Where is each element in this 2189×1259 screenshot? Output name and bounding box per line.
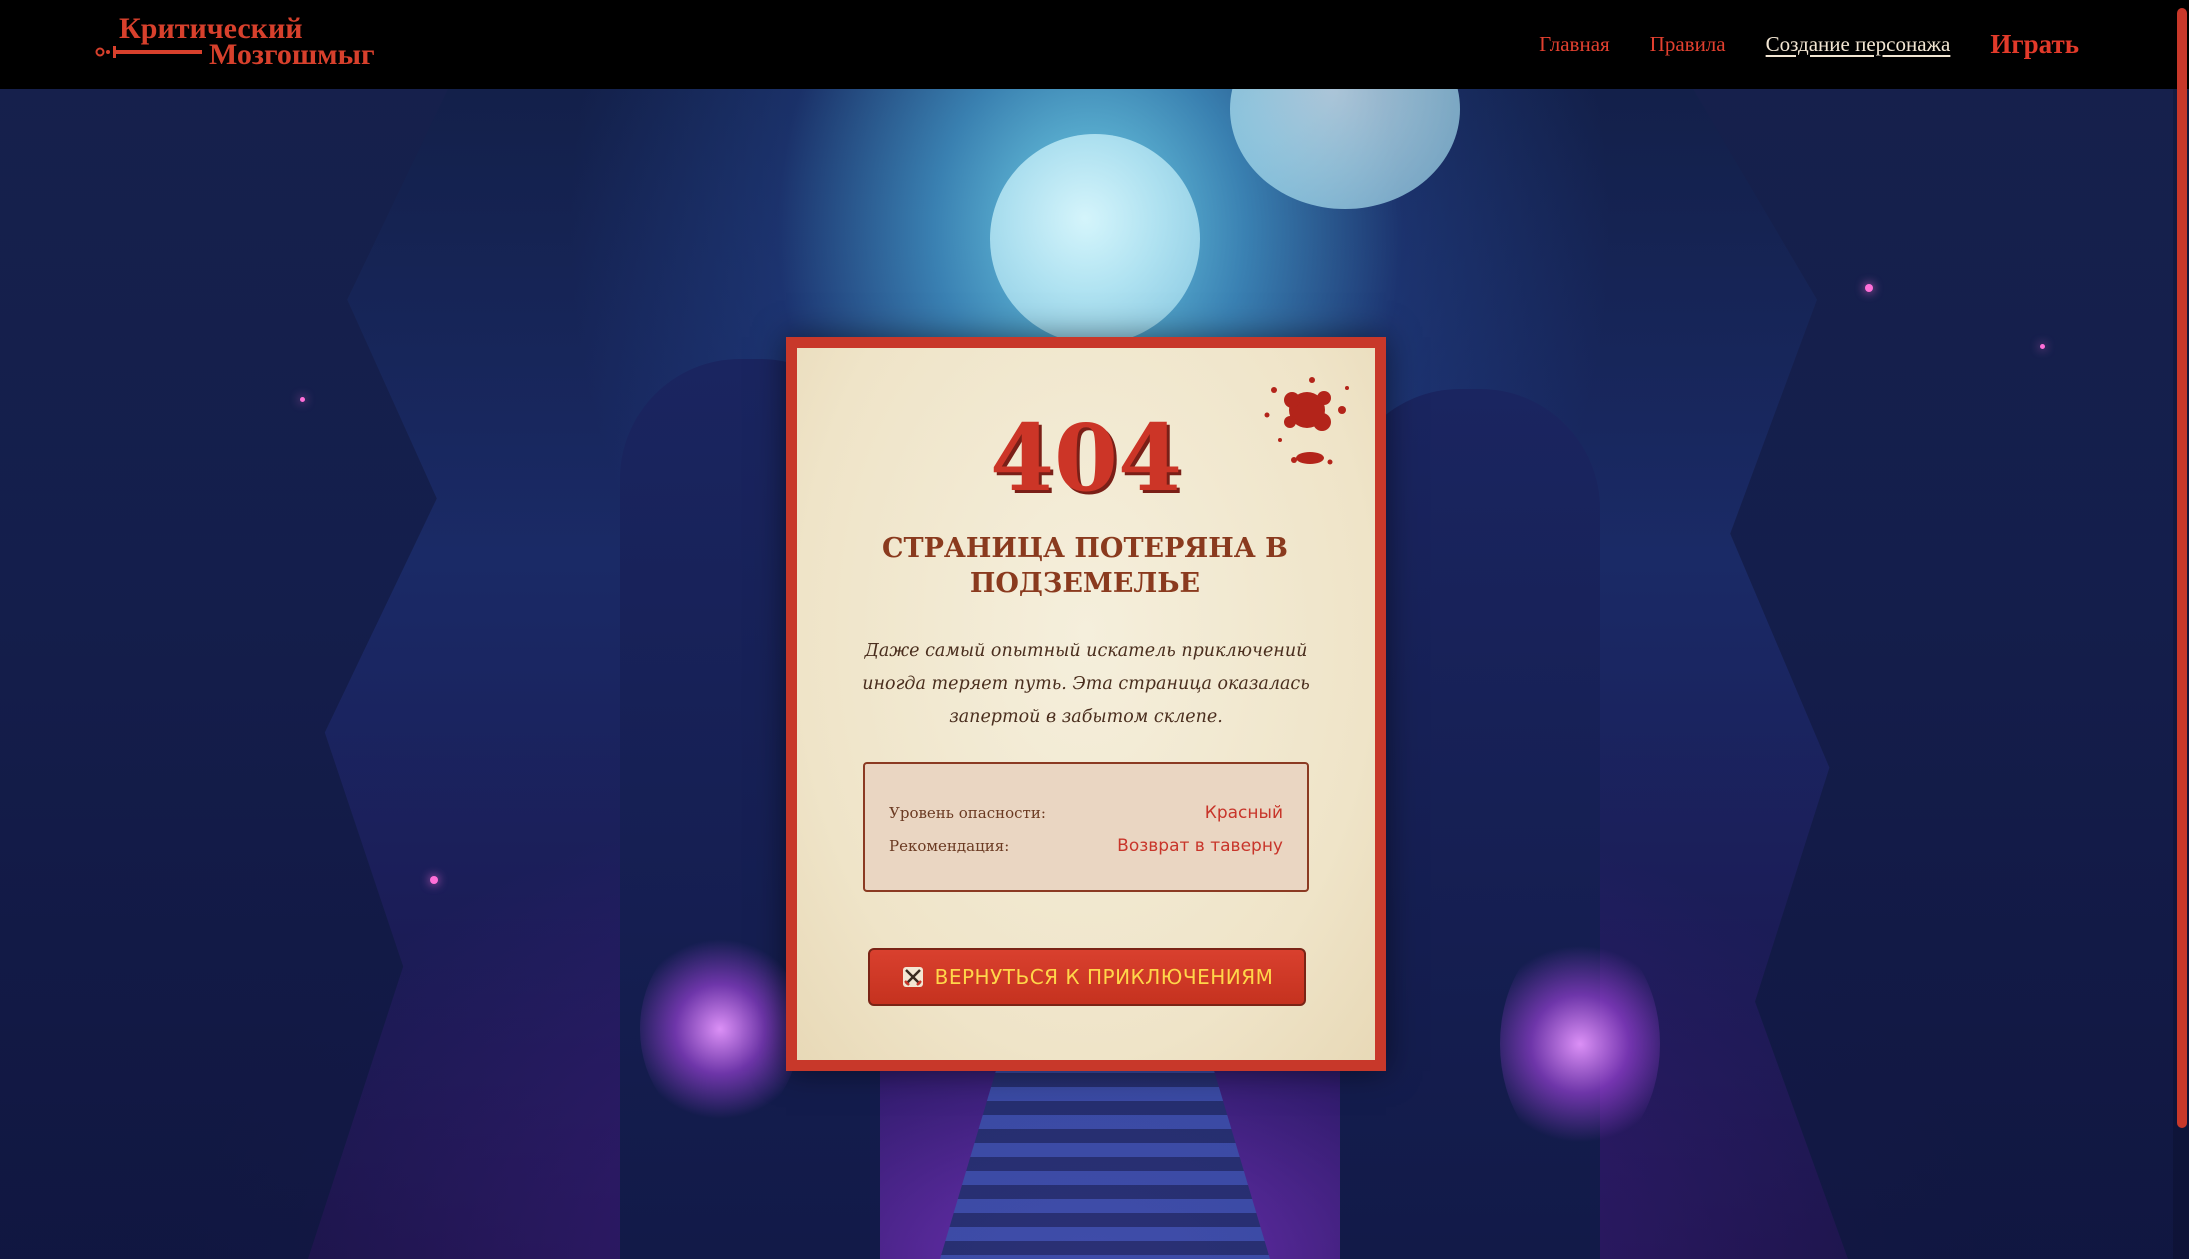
error-title: СТРАНИЦА ПОТЕРЯНА В ПОДЗЕМЕЛЬЕ	[882, 533, 1288, 599]
error-card-body: 404 СТРАНИЦА ПОТЕРЯНА В ПОДЗЕМЕЛЬЕ Даже …	[797, 348, 1375, 1060]
info-label: Уровень опасности:	[889, 803, 1046, 822]
info-value: Красный	[1204, 802, 1283, 823]
return-button-label: ВЕРНУТЬСЯ К ПРИКЛЮЧЕНИЯМ	[934, 965, 1274, 989]
nav-link-character-creation[interactable]: Создание персонажа	[1766, 32, 1951, 57]
cave-wall-left	[0, 89, 448, 1259]
cave-wall-right	[1693, 89, 2189, 1259]
site-logo[interactable]: Критический Мозгошмыг	[95, 14, 395, 72]
return-to-adventures-button[interactable]: ВЕРНУТЬСЯ К ПРИКЛЮЧЕНИЯМ	[868, 948, 1306, 1006]
nav-link-rules[interactable]: Правила	[1650, 32, 1726, 57]
crossed-swords-icon	[902, 967, 923, 987]
info-value: Возврат в таверну	[1117, 835, 1283, 856]
info-label: Рекомендация:	[889, 836, 1010, 855]
info-row-recommendation: Рекомендация: Возврат в таверну	[889, 829, 1283, 862]
scrollbar-thumb[interactable]	[2177, 8, 2187, 1128]
spark-decoration	[2040, 344, 2045, 349]
magic-glow	[1500, 929, 1660, 1159]
site-header: Критический Мозгошмыг Главная Правила Со…	[0, 0, 2189, 89]
error-description: Даже самый опытный искатель приключений …	[862, 641, 1310, 727]
nav-link-play[interactable]: Играть	[1990, 29, 2079, 60]
error-code: 404	[989, 404, 1183, 512]
logo-text-line2: Мозгошмыг	[209, 38, 375, 71]
stairs-decoration	[940, 1059, 1270, 1259]
info-box: Уровень опасности: Красный Рекомендация:…	[863, 762, 1309, 892]
info-row-danger: Уровень опасности: Красный	[889, 796, 1283, 829]
moon-decoration	[1230, 89, 1460, 209]
magic-glow	[640, 929, 800, 1129]
main-nav: Главная Правила Создание персонажа Играт…	[1539, 24, 2079, 64]
sword-icon	[95, 46, 202, 58]
scrollbar[interactable]	[2173, 0, 2189, 1259]
nav-link-home[interactable]: Главная	[1539, 32, 1610, 57]
error-card: 404 СТРАНИЦА ПОТЕРЯНА В ПОДЗЕМЕЛЬЕ Даже …	[786, 337, 1386, 1071]
spark-decoration	[1865, 284, 1873, 292]
spark-decoration	[300, 397, 305, 402]
moon-decoration	[990, 134, 1200, 344]
spark-decoration	[430, 876, 438, 884]
